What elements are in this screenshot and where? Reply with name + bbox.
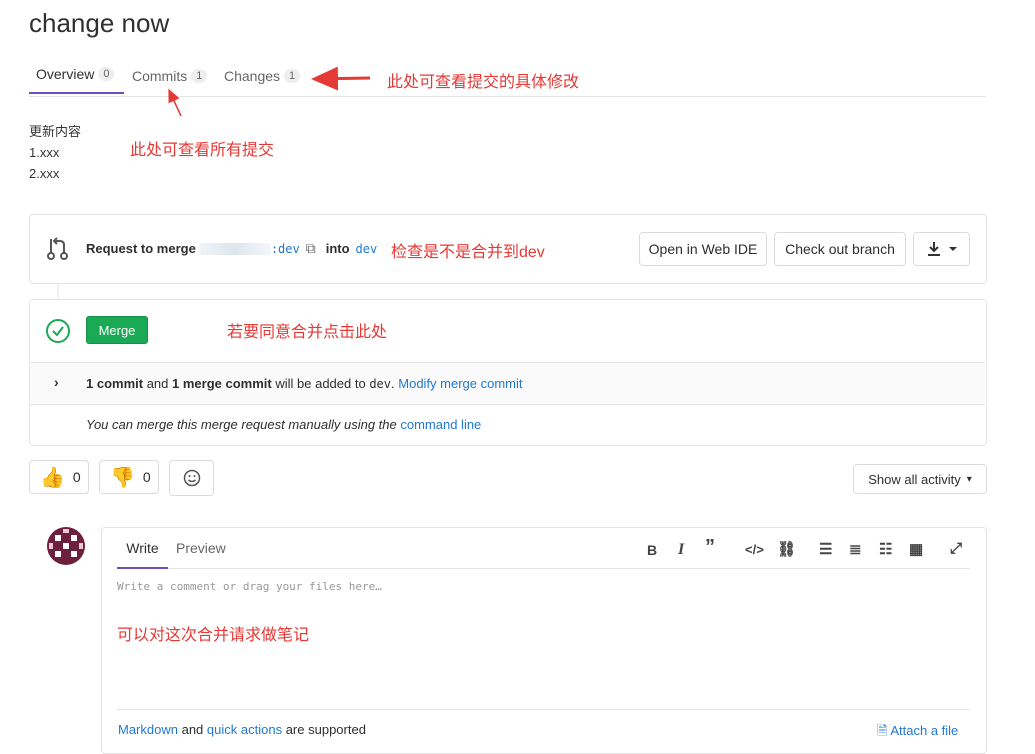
bold-icon[interactable]: B	[647, 542, 657, 558]
commit-count: 1 commit	[86, 376, 144, 391]
download-dropdown[interactable]	[913, 232, 970, 266]
manual-merge-text: You can merge this merge request manuall…	[86, 417, 481, 432]
copy-icon[interactable]: ⧉	[306, 240, 316, 257]
thumbs-down-button[interactable]: 👎 0	[99, 460, 159, 494]
chevron-down-icon: ▾	[966, 473, 972, 485]
fullscreen-icon[interactable]: ⤢	[950, 540, 962, 557]
quote-icon[interactable]: ”	[705, 536, 715, 559]
avatar-pattern	[49, 529, 83, 557]
bulleted-list-icon[interactable]: ☰	[819, 540, 832, 558]
source-branch[interactable]: :dev	[271, 242, 300, 256]
merge-request-icon	[47, 237, 68, 260]
avatar[interactable]	[47, 527, 85, 565]
annotation-note: 可以对这次合并请求做笔记	[117, 627, 310, 644]
mr-description: 更新内容 1.xxx 2.xxx	[29, 121, 81, 184]
numbered-list-icon[interactable]: ≣	[849, 540, 862, 558]
italic-icon[interactable]: I	[678, 541, 684, 559]
arrow-to-commits	[168, 88, 182, 117]
comment-footer-divider	[117, 709, 970, 710]
task-list-icon[interactable]: ☷	[879, 540, 892, 558]
activity-filter-dropdown[interactable]: Show all activity ▾	[853, 464, 987, 494]
merge-commit-count: 1 merge commit	[172, 376, 272, 391]
request-to-merge-text: Request to merge :dev ⧉ into dev	[86, 240, 377, 257]
table-icon[interactable]: ▦	[909, 540, 923, 558]
comment-textarea[interactable]: Write a comment or drag your files here…	[117, 580, 382, 593]
redacted-source-branch	[198, 242, 271, 255]
tab-preview[interactable]: Preview	[176, 540, 226, 556]
code-icon[interactable]: </>	[745, 542, 764, 557]
annotation-commits: 此处可查看所有提交	[130, 142, 275, 159]
success-check-icon	[46, 319, 70, 343]
annotation-merge: 若要同意合并点击此处	[227, 324, 388, 341]
thumbs-up-button[interactable]: 👍 0	[29, 460, 89, 494]
annotation-changes: 此处可查看提交的具体修改	[387, 74, 580, 91]
description-line: 1.xxx	[29, 145, 60, 160]
attach-file-button[interactable]: 🗎 Attach a file	[877, 722, 958, 744]
chevron-right-icon[interactable]: ›	[54, 374, 59, 390]
download-icon	[927, 242, 957, 256]
file-icon: 🗎	[877, 723, 888, 738]
command-line-link[interactable]: command line	[400, 417, 481, 432]
thumbs-up-icon: 👍	[40, 466, 65, 489]
description-line: 更新内容	[29, 124, 82, 139]
supported-label: are supported	[285, 722, 366, 737]
period: .	[391, 376, 395, 391]
arrow-to-changes	[311, 66, 371, 91]
thumbs-up-count: 0	[72, 469, 81, 485]
manual-merge-label: You can merge this merge request manuall…	[86, 417, 397, 432]
activity-filter-label: Show all activity	[868, 471, 961, 487]
modify-merge-commit-link[interactable]: Modify merge commit	[398, 376, 522, 391]
markdown-help: Markdown and quick actions are supported	[118, 722, 366, 737]
quick-actions-link[interactable]: quick actions	[207, 722, 282, 737]
and-text: and	[146, 376, 169, 391]
target-branch[interactable]: dev	[356, 242, 378, 256]
annotation-check: 检查是不是合并到dev	[391, 244, 545, 261]
tab-write[interactable]: Write	[117, 540, 168, 569]
open-web-ide-button[interactable]: Open in Web IDE	[639, 232, 767, 266]
add-reaction-button[interactable]	[169, 460, 214, 496]
merge-button[interactable]: Merge	[86, 316, 148, 344]
and-label: and	[181, 722, 204, 737]
added-to-text: will be added to	[275, 376, 366, 391]
attach-file-label: Attach a file	[890, 723, 959, 738]
thumbs-down-count: 0	[142, 469, 151, 485]
thumbs-down-icon: 👎	[110, 466, 135, 489]
into-label: into	[325, 241, 350, 256]
request-prefix: Request to merge	[86, 241, 196, 256]
link-icon[interactable]: ⛓	[777, 540, 796, 558]
check-out-branch-button[interactable]: Check out branch	[774, 232, 906, 266]
description-line: 2.xxx	[29, 166, 60, 181]
comment-tabs	[117, 532, 970, 569]
markdown-link[interactable]: Markdown	[118, 722, 178, 737]
smiley-icon	[183, 469, 200, 487]
target-branch-inline: dev	[369, 377, 392, 391]
merge-commit-summary: 1 commit and 1 merge commit will be adde…	[86, 376, 523, 391]
